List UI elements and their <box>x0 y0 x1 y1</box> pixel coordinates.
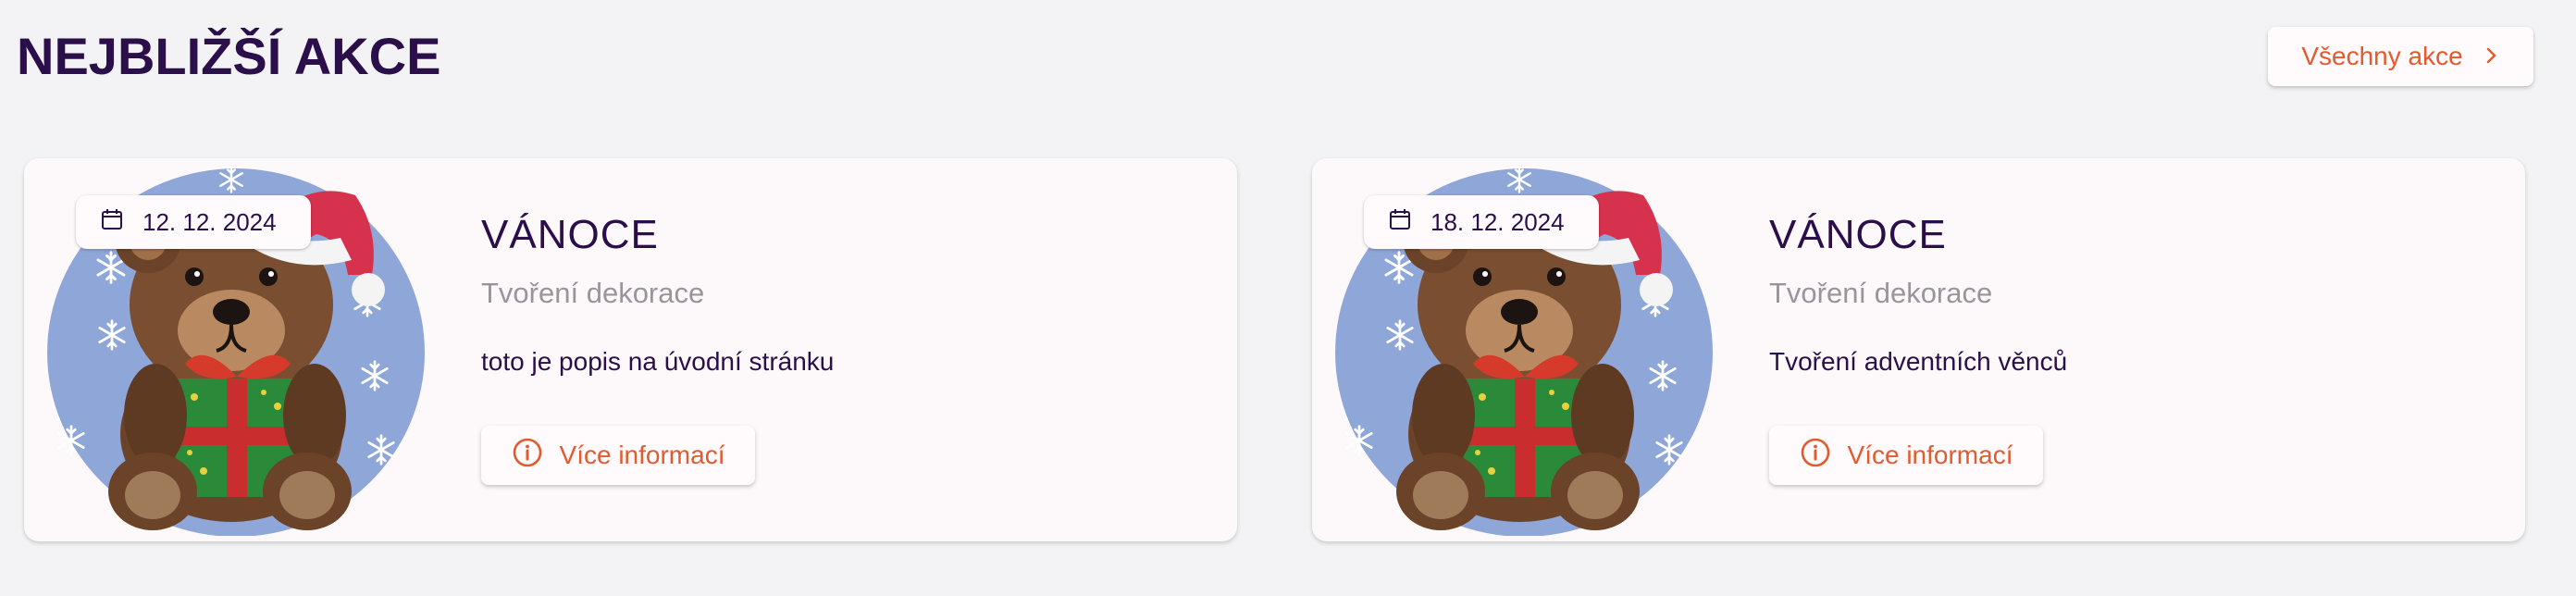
more-info-button[interactable]: Více informací <box>481 426 755 485</box>
more-info-button[interactable]: Více informací <box>1769 426 2043 485</box>
event-content: VÁNOCE Tvoření dekorace toto je popis na… <box>481 158 1237 541</box>
event-card: 18. 12. 2024 VÁNOCE Tvoření dekorace Tvo… <box>1312 158 2525 541</box>
info-circle-icon <box>512 437 543 475</box>
event-content: VÁNOCE Tvoření dekorace Tvoření adventní… <box>1769 158 2525 541</box>
event-subtitle: Tvoření dekorace <box>481 277 705 309</box>
event-image: 18. 12. 2024 <box>1334 166 1714 536</box>
section-title: NEJBLIŽŠÍ AKCE <box>17 27 441 85</box>
calendar-icon <box>100 207 124 238</box>
all-events-button[interactable]: Všechny akce <box>2268 27 2533 86</box>
event-description: toto je popis na úvodní stránku <box>481 347 835 376</box>
event-title: VÁNOCE <box>481 212 659 257</box>
more-info-label: Více informací <box>559 441 725 469</box>
event-card: 12. 12. 2024 VÁNOCE Tvoření dekorace tot… <box>24 158 1237 541</box>
event-image: 12. 12. 2024 <box>46 166 426 536</box>
more-info-label: Více informací <box>1847 441 2013 469</box>
event-subtitle: Tvoření dekorace <box>1769 277 1993 309</box>
event-date: 12. 12. 2024 <box>142 207 277 236</box>
section-header: NEJBLIŽŠÍ AKCE Všechny akce <box>0 0 2576 130</box>
all-events-label: Všechny akce <box>2301 42 2463 70</box>
date-chip: 12. 12. 2024 <box>76 195 311 249</box>
event-description: Tvoření adventních věnců <box>1769 347 2068 376</box>
event-date: 18. 12. 2024 <box>1430 207 1565 236</box>
event-title: VÁNOCE <box>1769 212 1947 257</box>
date-chip: 18. 12. 2024 <box>1364 195 1599 249</box>
calendar-icon <box>1388 207 1412 238</box>
chevron-right-icon <box>2482 42 2500 71</box>
info-circle-icon <box>1800 437 1831 475</box>
